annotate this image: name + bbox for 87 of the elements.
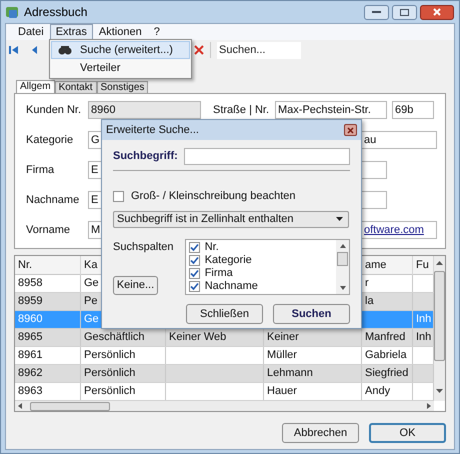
menu-item[interactable]: Datei: [12, 24, 50, 40]
binoculars-icon: [58, 45, 72, 55]
vertical-scrollbar[interactable]: [336, 240, 349, 294]
table-cell: 8965: [15, 329, 81, 346]
checkbox-checked[interactable]: [188, 268, 200, 278]
tab[interactable]: Kontakt: [54, 81, 96, 93]
table-cell: 8962: [15, 365, 81, 382]
table-cell: Müller: [264, 347, 362, 364]
scrollbar-thumb[interactable]: [30, 402, 110, 410]
table-cell: Manfred: [362, 329, 413, 346]
table-row[interactable]: 8965 Geschäftlich Keiner Web Keiner Manfred Inh: [15, 329, 434, 347]
close-icon: [347, 126, 354, 134]
scroll-right-icon: [427, 403, 431, 409]
window-title: Adressbuch: [24, 4, 88, 21]
app-icon: [5, 5, 19, 19]
first-record-button[interactable]: [9, 45, 19, 55]
menu-item[interactable]: Aktionen: [92, 24, 148, 40]
table-cell: Persönlich: [81, 347, 166, 364]
table-cell: 8959: [15, 293, 81, 310]
table-cell: 8960: [15, 311, 81, 328]
table-cell: Gabriela: [362, 347, 413, 364]
checkbox-label: Groß- / Kleinschreibung beachten: [131, 189, 296, 204]
table-row[interactable]: 8962 Persönlich Lehmann Siegfried: [15, 365, 434, 383]
field-label: Kunden Nr.: [26, 102, 82, 118]
dialog-button[interactable]: Suchen: [273, 304, 350, 324]
checkbox[interactable]: [113, 190, 124, 202]
checkbox-checked[interactable]: [188, 254, 200, 266]
table-cell: Persönlich: [81, 365, 166, 382]
field-label: Firma: [26, 162, 56, 178]
minimize-button[interactable]: [364, 4, 389, 20]
search-term-field[interactable]: [184, 148, 350, 165]
dialog-title: Erweiterte Suche...: [106, 122, 199, 138]
table-cell: Andy: [362, 383, 413, 400]
vertical-scrollbar[interactable]: [434, 256, 445, 401]
field-label: Kategorie: [26, 132, 74, 148]
close-icon: [433, 8, 441, 16]
input-field[interactable]: Max-Pechstein-Str.: [275, 101, 387, 119]
dialog-button[interactable]: OK: [369, 423, 446, 443]
scroll-left-icon: [18, 403, 22, 409]
menu-item[interactable]: Suche (erweitert...): [51, 41, 190, 59]
none-button[interactable]: Keine...: [113, 276, 158, 295]
table-cell: Hauer: [264, 383, 362, 400]
input-field[interactable]: 69b: [392, 101, 434, 119]
search-columns-list[interactable]: Nr. Kategorie Firma Nachname: [184, 238, 350, 294]
scroll-up-icon: [436, 261, 443, 266]
table-cell: 8958: [15, 275, 81, 292]
checkbox-checked[interactable]: [188, 242, 200, 252]
close-button[interactable]: [344, 124, 357, 136]
field-label: Nachname: [26, 192, 80, 208]
search-field[interactable]: Suchen...: [217, 42, 301, 58]
menu-item[interactable]: Extras: [50, 24, 93, 40]
scroll-down-icon: [340, 286, 346, 290]
table-cell: Siegfried: [362, 365, 413, 382]
table-cell: Persönlich: [81, 383, 166, 400]
scrollbar-thumb[interactable]: [337, 252, 348, 266]
previous-record-button[interactable]: [31, 45, 38, 55]
table-row[interactable]: 8963 Persönlich Hauer Andy: [15, 383, 434, 401]
tab[interactable]: Sonstiges: [96, 81, 148, 93]
scroll-up-icon: [340, 244, 346, 248]
back-icon: [31, 45, 38, 55]
minimize-icon: [372, 10, 381, 14]
table-cell: Lehmann: [264, 365, 362, 382]
delete-button[interactable]: [194, 45, 204, 55]
dropdown-arrow-icon: [336, 217, 343, 221]
checkbox-checked[interactable]: [188, 280, 200, 292]
field-label: Straße | Nr.: [213, 102, 270, 118]
match-mode-dropdown[interactable]: Suchbegriff ist in Zellinhalt enthalten: [113, 210, 349, 228]
skip-back-icon: [9, 45, 19, 55]
maximize-button[interactable]: [392, 4, 417, 20]
horizontal-scrollbar[interactable]: [15, 401, 434, 411]
menu-item[interactable]: Verteiler: [51, 59, 190, 77]
field-label: Suchspalten: [113, 240, 175, 254]
dialog-button[interactable]: Schließen: [186, 304, 263, 324]
scrollbar-thumb[interactable]: [434, 271, 445, 361]
dialog-button[interactable]: Abbrechen: [282, 423, 359, 443]
delete-icon: [194, 45, 204, 55]
table-row[interactable]: 8961 Persönlich Müller Gabriela: [15, 347, 434, 365]
field-label: Vorname: [26, 222, 72, 238]
close-button[interactable]: [420, 4, 454, 20]
table-cell: 8963: [15, 383, 81, 400]
scroll-down-icon: [436, 389, 443, 394]
menu-item[interactable]: ?: [148, 24, 166, 40]
tab[interactable]: Allgem: [16, 80, 55, 93]
input-field[interactable]: 8960: [88, 101, 201, 119]
table-cell: 8961: [15, 347, 81, 364]
maximize-icon: [400, 8, 409, 16]
search-label: Suchbegriff:: [113, 149, 179, 164]
